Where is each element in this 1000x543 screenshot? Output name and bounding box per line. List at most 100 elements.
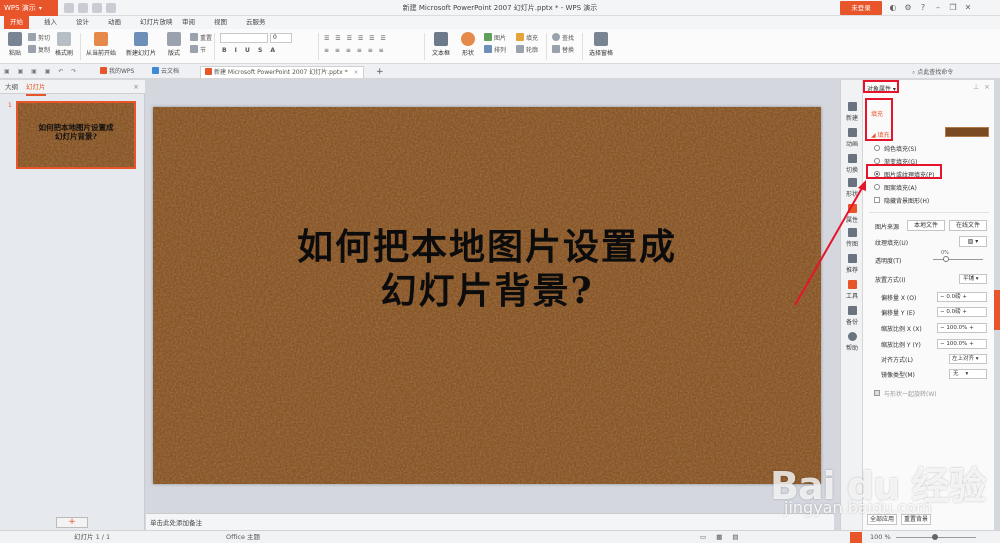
- slide-title[interactable]: 如何把本地图片设置成 幻灯片背景?: [153, 225, 821, 313]
- app-menu-button[interactable]: WPS 演示 ▾: [0, 0, 58, 16]
- textbox-button[interactable]: 文本框: [430, 32, 452, 57]
- doc-toolbar-icons[interactable]: ▣ ▣ ▣ ▣ ↶ ↷: [4, 68, 79, 75]
- tab-review[interactable]: 审阅: [176, 16, 201, 29]
- offset-y-spinner[interactable]: − 0.0磅 +: [937, 307, 987, 317]
- doc-tab-my-wps[interactable]: 我的WPS: [96, 66, 138, 78]
- scale-x-spinner[interactable]: − 100.0% +: [937, 323, 987, 333]
- mirror-select[interactable]: 无 ▾: [949, 369, 987, 379]
- sidebar-label: 切换: [845, 167, 858, 174]
- placement-value: 平铺: [963, 276, 975, 282]
- fill-button[interactable]: 填充: [516, 33, 538, 42]
- close-icon[interactable]: ×: [133, 80, 139, 94]
- outline-button[interactable]: 轮廓: [516, 45, 538, 54]
- sidebar-item-animation[interactable]: 动画: [841, 128, 863, 148]
- recommend-icon: [847, 254, 857, 263]
- open-icon[interactable]: [78, 3, 88, 13]
- tab-slides[interactable]: 幻灯片: [26, 80, 46, 96]
- transparency-slider-knob[interactable]: [943, 256, 949, 262]
- new-doc-icon[interactable]: [64, 3, 74, 13]
- close-icon[interactable]: ×: [354, 69, 359, 76]
- sidebar-item-upload[interactable]: 传图: [841, 228, 863, 248]
- transparency-slider[interactable]: [933, 259, 983, 260]
- wps-icon: [100, 67, 107, 74]
- tab-design[interactable]: 设计: [70, 16, 95, 29]
- notes-area[interactable]: 单击此处添加备注: [146, 513, 834, 530]
- close-icon[interactable]: ✕: [963, 3, 973, 13]
- cut-button[interactable]: 剪切: [28, 33, 50, 42]
- align-buttons[interactable]: ≡ ≡ ≡ ≡ ≡ ≡: [324, 47, 386, 54]
- tab-cloud[interactable]: 云服务: [240, 16, 272, 29]
- sidebar-item-recommend[interactable]: 推荐: [841, 254, 863, 274]
- radio-pattern-fill[interactable]: [874, 184, 880, 190]
- slide[interactable]: 如何把本地图片设置成 幻灯片背景?: [153, 107, 821, 484]
- view-buttons[interactable]: ▭ ▦ ▤: [700, 531, 743, 543]
- paragraph-buttons[interactable]: ☰ ☰ ☰ ☰ ☰ ☰: [324, 35, 388, 42]
- sidebar-item-transition[interactable]: 切换: [841, 154, 863, 174]
- font-name-field[interactable]: [220, 33, 268, 43]
- sidebar-item-backup[interactable]: 备份: [841, 306, 863, 326]
- tab-view[interactable]: 视图: [208, 16, 233, 29]
- font-style-buttons[interactable]: B I U S A: [222, 47, 278, 54]
- ribbon-separator: [80, 33, 81, 60]
- print-icon[interactable]: [106, 3, 116, 13]
- sidebar-item-properties[interactable]: 属性: [841, 204, 863, 224]
- pin-icon[interactable]: ⊥: [973, 83, 979, 91]
- doc-tab-current[interactable]: 新建 Microsoft PowerPoint 2007 幻灯片.pptx * ×: [200, 66, 364, 78]
- pane-scroll-handle[interactable]: [994, 290, 1000, 330]
- close-icon[interactable]: ×: [984, 83, 990, 91]
- thumb-title-line2: 幻灯片背景?: [55, 132, 97, 141]
- arrange-button[interactable]: 排列: [484, 45, 506, 54]
- scale-y-spinner[interactable]: − 100.0% +: [937, 339, 987, 349]
- tab-animation[interactable]: 动画: [102, 16, 127, 29]
- add-slide-button[interactable]: +: [56, 517, 88, 528]
- find-button[interactable]: 查找: [552, 33, 574, 42]
- placement-label: 放置方式(I): [875, 277, 906, 284]
- font-size-field[interactable]: 0: [270, 33, 292, 43]
- offset-x-spinner[interactable]: − 0.0磅 +: [937, 292, 987, 302]
- copy-button[interactable]: 复制: [28, 45, 50, 54]
- tab-slideshow[interactable]: 幻灯片放映: [134, 16, 179, 29]
- login-button[interactable]: 未登录: [840, 1, 882, 15]
- online-file-button[interactable]: 在线文件: [949, 220, 987, 231]
- fill-preview-swatch[interactable]: [945, 127, 989, 137]
- save-icon[interactable]: [92, 3, 102, 13]
- reset-button[interactable]: 重置: [190, 33, 212, 42]
- new-tab-button[interactable]: +: [372, 66, 388, 78]
- texture-picker[interactable]: ▨ ▾: [959, 236, 987, 247]
- rotate-with-shape-checkbox[interactable]: [874, 390, 880, 396]
- tab-home[interactable]: 开始: [4, 16, 29, 29]
- sidebar-item-shape[interactable]: 形状: [841, 178, 863, 198]
- option-label: 纯色填充(S): [884, 146, 917, 153]
- new-slide-button[interactable]: 新建幻灯片: [124, 32, 158, 57]
- doc-tab-cloud[interactable]: 云文档: [148, 66, 183, 78]
- radio-solid-fill[interactable]: [874, 145, 880, 151]
- backup-icon: [847, 306, 857, 315]
- tab-outline[interactable]: 大纲: [5, 80, 18, 94]
- tab-insert[interactable]: 插入: [38, 16, 63, 29]
- select-pane-button[interactable]: 选择窗格: [588, 32, 614, 57]
- command-search[interactable]: ⌕ 点此查找命令: [912, 67, 953, 77]
- hide-bg-checkbox[interactable]: [874, 197, 880, 203]
- restore-icon[interactable]: ❐: [948, 3, 958, 13]
- format-painter-button[interactable]: 格式刷: [54, 32, 74, 57]
- play-slideshow-button[interactable]: [850, 532, 862, 543]
- section-button[interactable]: 节: [190, 45, 206, 54]
- skin-icon[interactable]: ◐: [888, 3, 898, 13]
- picture-button[interactable]: 图片: [484, 33, 506, 42]
- minimize-icon[interactable]: –: [933, 3, 943, 13]
- sidebar-item-tools[interactable]: 工具: [841, 280, 863, 300]
- shape-button[interactable]: 形状: [458, 32, 478, 57]
- sidebar-item-new[interactable]: 新建: [841, 102, 863, 122]
- local-file-button[interactable]: 本地文件: [907, 220, 945, 231]
- settings-icon[interactable]: ⚙: [903, 3, 913, 13]
- layout-button[interactable]: 版式: [164, 32, 184, 57]
- placement-select[interactable]: 平铺 ▾: [959, 274, 987, 284]
- help-icon[interactable]: ?: [918, 3, 928, 13]
- paste-button[interactable]: 粘贴: [4, 32, 26, 57]
- zoom-slider-knob[interactable]: [932, 534, 938, 540]
- from-current-button[interactable]: 从当前开始: [84, 32, 118, 57]
- sidebar-item-help[interactable]: 帮助: [841, 332, 863, 352]
- replace-button[interactable]: 替换: [552, 45, 574, 54]
- slide-thumbnail[interactable]: 如何把本地图片设置成 幻灯片背景?: [16, 101, 136, 169]
- align-select[interactable]: 左上对齐 ▾: [949, 354, 987, 364]
